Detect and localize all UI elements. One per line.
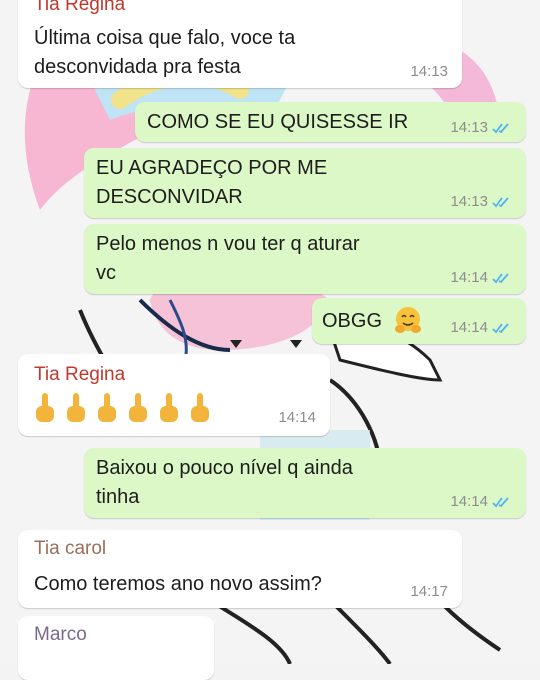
sender-name: Tia Regina: [34, 364, 126, 385]
message-timestamp: 14:14: [278, 409, 316, 426]
read-receipt-icon: [492, 122, 509, 133]
message-timestamp: 14:14: [450, 493, 512, 510]
message-bubble-incoming[interactable]: Tia Regina Última coisa que falo, voce t…: [18, 0, 462, 88]
read-receipt-icon: [492, 322, 509, 333]
message-timestamp: 14:14: [450, 319, 512, 336]
read-receipt-icon: [492, 196, 509, 207]
hugging-face-emoji: [395, 306, 422, 333]
sender-name: Tia Regina: [34, 0, 126, 15]
read-receipt-icon: [492, 272, 509, 283]
read-receipt-icon: [492, 496, 509, 507]
emoji-row: [34, 392, 316, 424]
message-bubble-incoming[interactable]: Tia carol Como teremos ano novo assim? 1…: [18, 530, 462, 608]
message-bubble-outgoing[interactable]: Pelo menos n vou ter q aturar vc 14:14: [84, 224, 526, 294]
message-timestamp: 14:13: [410, 63, 448, 80]
middle-finger-emoji: [160, 393, 178, 422]
sender-name: Tia carol: [34, 538, 107, 559]
message-text: Como teremos ano novo assim?: [34, 573, 322, 595]
message-bubble-incoming[interactable]: Marco: [18, 616, 214, 680]
middle-finger-emoji: [36, 393, 54, 422]
message-text: Última coisa que falo, voce ta desconvid…: [34, 27, 296, 78]
middle-finger-emoji: [191, 393, 209, 422]
middle-finger-emoji: [129, 393, 147, 422]
message-timestamp: 14:13: [450, 119, 512, 136]
message-timestamp: 14:17: [410, 583, 448, 600]
message-bubble-outgoing[interactable]: COMO SE EU QUISESSE IR 14:13: [135, 102, 526, 142]
middle-finger-emoji: [67, 393, 85, 422]
message-timestamp: 14:13: [450, 193, 512, 210]
message-bubble-outgoing[interactable]: Baixou o pouco nível q ainda tinha 14:14: [84, 448, 526, 518]
sender-name: Marco: [34, 624, 87, 645]
message-timestamp: 14:14: [450, 269, 512, 286]
message-text: OBGG: [322, 310, 383, 332]
message-bubble-outgoing[interactable]: EU AGRADEÇO POR ME DESCONVIDAR 14:13: [84, 148, 526, 218]
message-bubble-incoming[interactable]: Tia Regina 14:14: [18, 354, 330, 436]
message-bubble-outgoing[interactable]: OBGG 14:14: [312, 298, 526, 344]
middle-finger-emoji: [98, 393, 116, 422]
